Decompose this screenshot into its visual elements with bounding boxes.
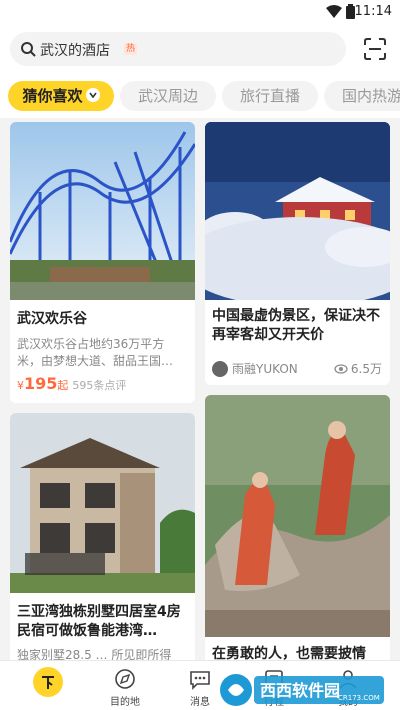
card-title: 在勇敢的人，也需要披情 [212, 646, 366, 660]
watermark-sub: CR173.COM [338, 694, 380, 702]
search-query: 武汉的酒店 [40, 43, 110, 59]
card-image [10, 122, 195, 300]
view-count: 6.5万 [334, 360, 382, 377]
card-title: 武汉欢乐谷 [17, 311, 87, 327]
price-suffix: 起 [57, 379, 69, 392]
price-value: 195 [24, 374, 58, 393]
card-description: 独家别墅28.5 … 所见即所得 [17, 648, 172, 660]
home-icon [33, 667, 63, 697]
tab-travel-live[interactable]: 旅行直播 [222, 81, 318, 111]
card-title: 中国最虚伪景区，保证决不再宰客却又开天价 [212, 308, 380, 343]
price-currency: ¥ [17, 379, 24, 392]
review-count: 595条点评 [72, 379, 127, 392]
status-time: 11:14 [354, 4, 392, 19]
search-icon [21, 42, 36, 57]
card-image [205, 395, 390, 637]
author-name: 雨融YUKON [232, 362, 298, 376]
view-count-value: 6.5万 [350, 362, 382, 376]
search-row: 武汉的酒店 热 [0, 26, 400, 72]
card-title: 三亚湾独栋别墅四居室4房民宿可做饭鲁能港湾… [17, 604, 181, 639]
nav-home[interactable] [18, 661, 78, 710]
nav-label: 目的地 [110, 697, 140, 708]
author[interactable]: 雨融YUKON [212, 360, 298, 377]
avatar [212, 360, 228, 377]
wifi-icon [326, 5, 342, 18]
feed[interactable]: 武汉欢乐谷 武汉欢乐谷占地约36万平方米，由梦想大道、甜品王国… ¥195起 59… [0, 118, 400, 660]
watermark-logo: 西西软件园 CR173.COM [220, 674, 384, 706]
category-tabs: 猜你喜欢 武汉周边 旅行直播 国内热游 [0, 72, 400, 118]
status-bar: 11:14 [0, 0, 400, 26]
card-giant-hand[interactable]: 在勇敢的人，也需要披情 [205, 395, 390, 660]
watermark-text: 西西软件园 [260, 681, 340, 700]
nav-destination[interactable]: 目的地 [95, 661, 155, 710]
tab-label: 猜你喜欢 [22, 87, 83, 105]
card-description: 武汉欢乐谷占地约36万平方米，由梦想大道、甜品王国… [17, 337, 174, 368]
price-row: ¥195起 595条点评 [10, 370, 195, 393]
tab-domestic-hot[interactable]: 国内热游 [324, 81, 400, 111]
card-snow-town[interactable]: 中国最虚伪景区，保证决不再宰客却又开天价 雨融YUKON 6.5万 [205, 122, 390, 385]
tab-guess-you-like[interactable]: 猜你喜欢 [8, 81, 114, 111]
scan-icon[interactable] [364, 38, 386, 60]
card-image [205, 122, 390, 300]
tab-wuhan-nearby[interactable]: 武汉周边 [120, 81, 216, 111]
message-icon [190, 671, 210, 690]
card-villa[interactable]: 三亚湾独栋别墅四居室4房民宿可做饭鲁能港湾… 独家别墅28.5 … 所见即所得 [10, 413, 195, 660]
eye-icon [334, 363, 348, 374]
search-input[interactable]: 武汉的酒店 热 [10, 32, 346, 66]
compass-icon [115, 669, 135, 689]
card-image [10, 413, 195, 593]
card-happy-valley[interactable]: 武汉欢乐谷 武汉欢乐谷占地约36万平方米，由梦想大道、甜品王国… ¥195起 59… [10, 122, 195, 403]
chevron-down-icon [85, 88, 100, 102]
hot-badge: 热 [124, 43, 138, 55]
